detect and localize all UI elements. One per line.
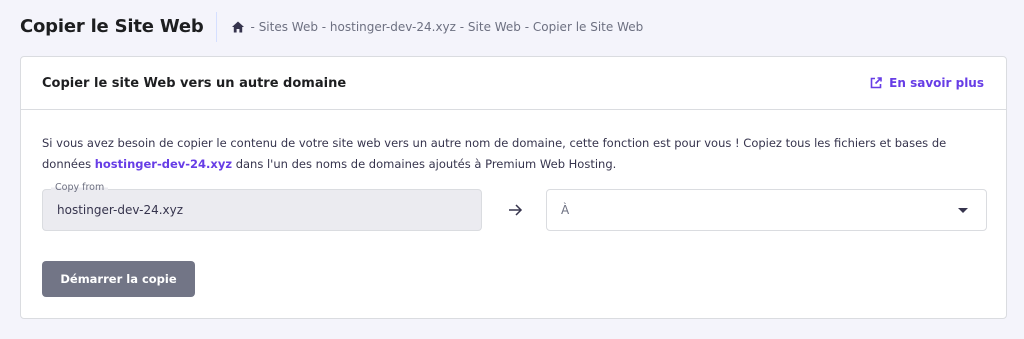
destination-domain-select[interactable]: À [546, 189, 987, 231]
breadcrumb: - Sites Web - hostinger-dev-24.xyz - Sit… [217, 20, 644, 34]
destination-placeholder: À [561, 203, 570, 217]
description-domain: hostinger-dev-24.xyz [94, 157, 233, 171]
learn-more-label: En savoir plus [889, 76, 984, 90]
copy-website-card: Copier le site Web vers un autre domaine… [20, 56, 1007, 319]
caret-down-icon [958, 208, 968, 213]
card-title: Copier le site Web vers un autre domaine [42, 75, 347, 91]
copy-from-label: Copy from [51, 182, 109, 193]
learn-more-link[interactable]: En savoir plus [869, 76, 984, 90]
page-title: Copier le Site Web [20, 12, 217, 42]
copy-from-field: Copy from hostinger-dev-24.xyz [42, 182, 482, 231]
arrow-right-icon [507, 202, 523, 218]
description: Si vous avez besoin de copier le contenu… [42, 133, 987, 175]
card-header: Copier le site Web vers un autre domaine… [21, 57, 1006, 110]
copy-from-value: hostinger-dev-24.xyz [57, 203, 184, 217]
breadcrumb-trail: - Sites Web - hostinger-dev-24.xyz - Sit… [250, 20, 644, 34]
page-header: Copier le Site Web - Sites Web - hosting… [20, 12, 643, 42]
start-copy-button[interactable]: Démarrer la copie [42, 261, 195, 297]
home-icon[interactable] [231, 20, 245, 34]
description-text-end: dans l'un des noms de domaines ajoutés à… [232, 157, 617, 171]
external-link-icon [869, 76, 883, 90]
